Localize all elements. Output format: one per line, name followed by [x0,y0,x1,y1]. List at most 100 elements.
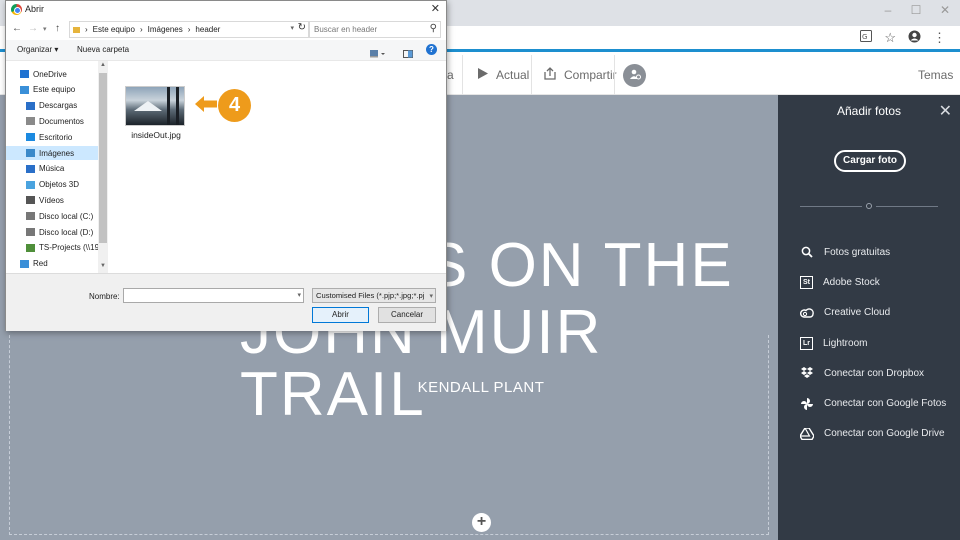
music-icon [26,164,35,173]
tree-item-2[interactable]: Este equipo [20,83,75,97]
collaborator-avatar-button[interactable] [623,64,646,87]
dialog-titlebar: Abrir ✕ [6,1,446,19]
recent-dropdown-icon[interactable]: ▾ [43,25,47,33]
source-dropbox[interactable]: Conectar con Dropbox [800,358,946,388]
up-arrow-icon[interactable]: ↑ [55,23,60,34]
scrollbar-thumb[interactable] [99,73,107,243]
open-button[interactable]: Abrir [312,307,369,323]
tree-item-label: Escritorio [39,132,73,142]
source-google-drive[interactable]: Conectar con Google Drive [800,419,946,449]
pictures-icon [26,149,35,157]
panel-divider [876,206,938,207]
downloads-icon [26,101,35,110]
menu-icon[interactable]: ⋮ [933,30,946,46]
tree-item-10[interactable]: Disco local (C:) [26,209,93,223]
tree-item-5[interactable]: Escritorio [26,130,72,144]
tree-item-4[interactable]: Documentos [26,114,84,128]
organize-menu[interactable]: Organizar ▾ [17,45,58,54]
themes-button[interactable]: Temas [918,55,953,95]
documents-icon [26,117,35,126]
tree-item-label: TS-Projects (\\19 [39,243,100,253]
translate-icon[interactable]: G [860,30,873,46]
upload-photo-button[interactable]: Cargar foto [834,150,906,172]
dialog-nav-row: ← → ▾ ↑ › Este equipo › Imágenes › heade… [6,20,446,40]
share-icon [544,67,556,83]
folder-icon [73,26,80,33]
star-icon[interactable]: ☆ [884,30,896,46]
tree-item-label: Descargas [39,101,78,111]
scroll-up-icon[interactable]: ▲ [100,62,106,68]
source-free-photos[interactable]: Fotos gratuitas [800,237,946,267]
file-type-select[interactable]: Customised Files (*.pjp;*.jpg;*.pj ▾ [312,288,436,303]
file-thumbnail[interactable] [125,86,185,126]
refresh-icon[interactable]: ↻ [298,22,306,33]
tree-item-9[interactable]: Vídeos [26,193,64,207]
back-arrow-icon[interactable]: ← [12,23,22,34]
tree-item-6[interactable]: Imágenes [6,146,98,160]
breadcrumb-header[interactable]: header [195,25,220,34]
source-google-photos[interactable]: Conectar con Google Fotos [800,388,946,418]
maximize-button[interactable]: ☐ [906,3,926,17]
search-icon: ⚲ [429,23,437,34]
search-input[interactable]: Buscar en header [309,21,441,38]
tree-item-1[interactable]: OneDrive [20,67,67,81]
filename-input[interactable]: ▾ [123,288,304,303]
chrome-icon [11,4,22,15]
tree-item-3[interactable]: Descargas [26,99,77,113]
tree-item-label: Red [33,259,48,269]
toolbar-divider [531,55,532,95]
share-label: Compartir [564,68,617,82]
photo-sources-list: Fotos gratuitas St Adobe Stock Creative … [800,237,946,449]
tree-item-label: OneDrive [33,69,67,79]
tree-item-label: Disco local (C:) [39,211,94,221]
scroll-down-icon[interactable]: ▼ [100,263,106,269]
share-button[interactable]: Compartir [544,55,617,95]
svg-text:G: G [862,33,867,41]
dialog-close-button[interactable]: ✕ [431,2,440,15]
adobe-stock-icon: St [800,275,813,289]
preview-button[interactable]: Actual [478,55,529,95]
network-icon [20,259,29,268]
partial-toolbar-label[interactable]: a [447,55,454,95]
tree-item-12[interactable]: TS-Projects (\\19 [26,241,99,255]
path-breadcrumb[interactable]: › Este equipo › Imágenes › header ▾ ↻ [69,21,309,38]
preview-label: Actual [496,68,530,82]
navigation-pane: OneDrive Este equipo Descargas Documentos Es… [6,61,109,273]
google-photos-icon [800,397,814,411]
tree-item-7[interactable]: Música [26,162,64,176]
help-icon[interactable]: ? [426,44,437,55]
path-dropdown-icon[interactable]: ▾ [290,24,294,32]
minimize-button[interactable]: – [878,3,898,17]
panel-close-icon[interactable]: ✕ [939,101,952,121]
source-creative-cloud[interactable]: Creative Cloud [800,298,946,328]
tree-item-13[interactable]: Red [20,257,48,271]
forward-arrow-icon[interactable]: → [28,23,38,34]
source-adobe-stock[interactable]: St Adobe Stock [800,267,946,297]
add-section-button[interactable]: + [472,513,491,532]
view-options-icon[interactable] [370,45,385,58]
toolbar-divider [614,55,615,95]
breadcrumb-this-pc[interactable]: Este equipo [93,25,135,34]
cancel-button[interactable]: Cancelar [378,307,436,323]
toolbar-divider [462,55,463,95]
byline[interactable]: KENDALL PLANT [0,379,778,396]
account-icon[interactable] [908,30,921,46]
breadcrumb-pictures[interactable]: Imágenes [148,25,183,34]
objects3d-icon [26,180,35,189]
tree-item-11[interactable]: Disco local (D:) [26,225,93,239]
window-close-button[interactable]: ✕ [935,3,955,17]
filename-dropdown-icon[interactable]: ▾ [297,291,301,299]
new-folder-button[interactable]: Nueva carpeta [77,45,129,54]
callout-arrow-icon [195,96,217,112]
source-lightroom[interactable]: Lr Lightroom [800,328,946,358]
desktop-icon [26,133,35,142]
file-name[interactable]: insideOut.jpg [123,130,189,140]
preview-pane-icon[interactable] [403,45,413,58]
headline-line-1[interactable]: S ON THE [426,235,734,297]
onedrive-icon [20,70,29,78]
tree-item-8[interactable]: Objetos 3D [26,178,79,192]
file-list-pane: insideOut.jpg 4 [109,61,446,273]
dropbox-icon [800,366,814,380]
dialog-title: Abrir [25,4,45,14]
nav-scrollbar[interactable]: ▲ ▼ [98,61,108,273]
